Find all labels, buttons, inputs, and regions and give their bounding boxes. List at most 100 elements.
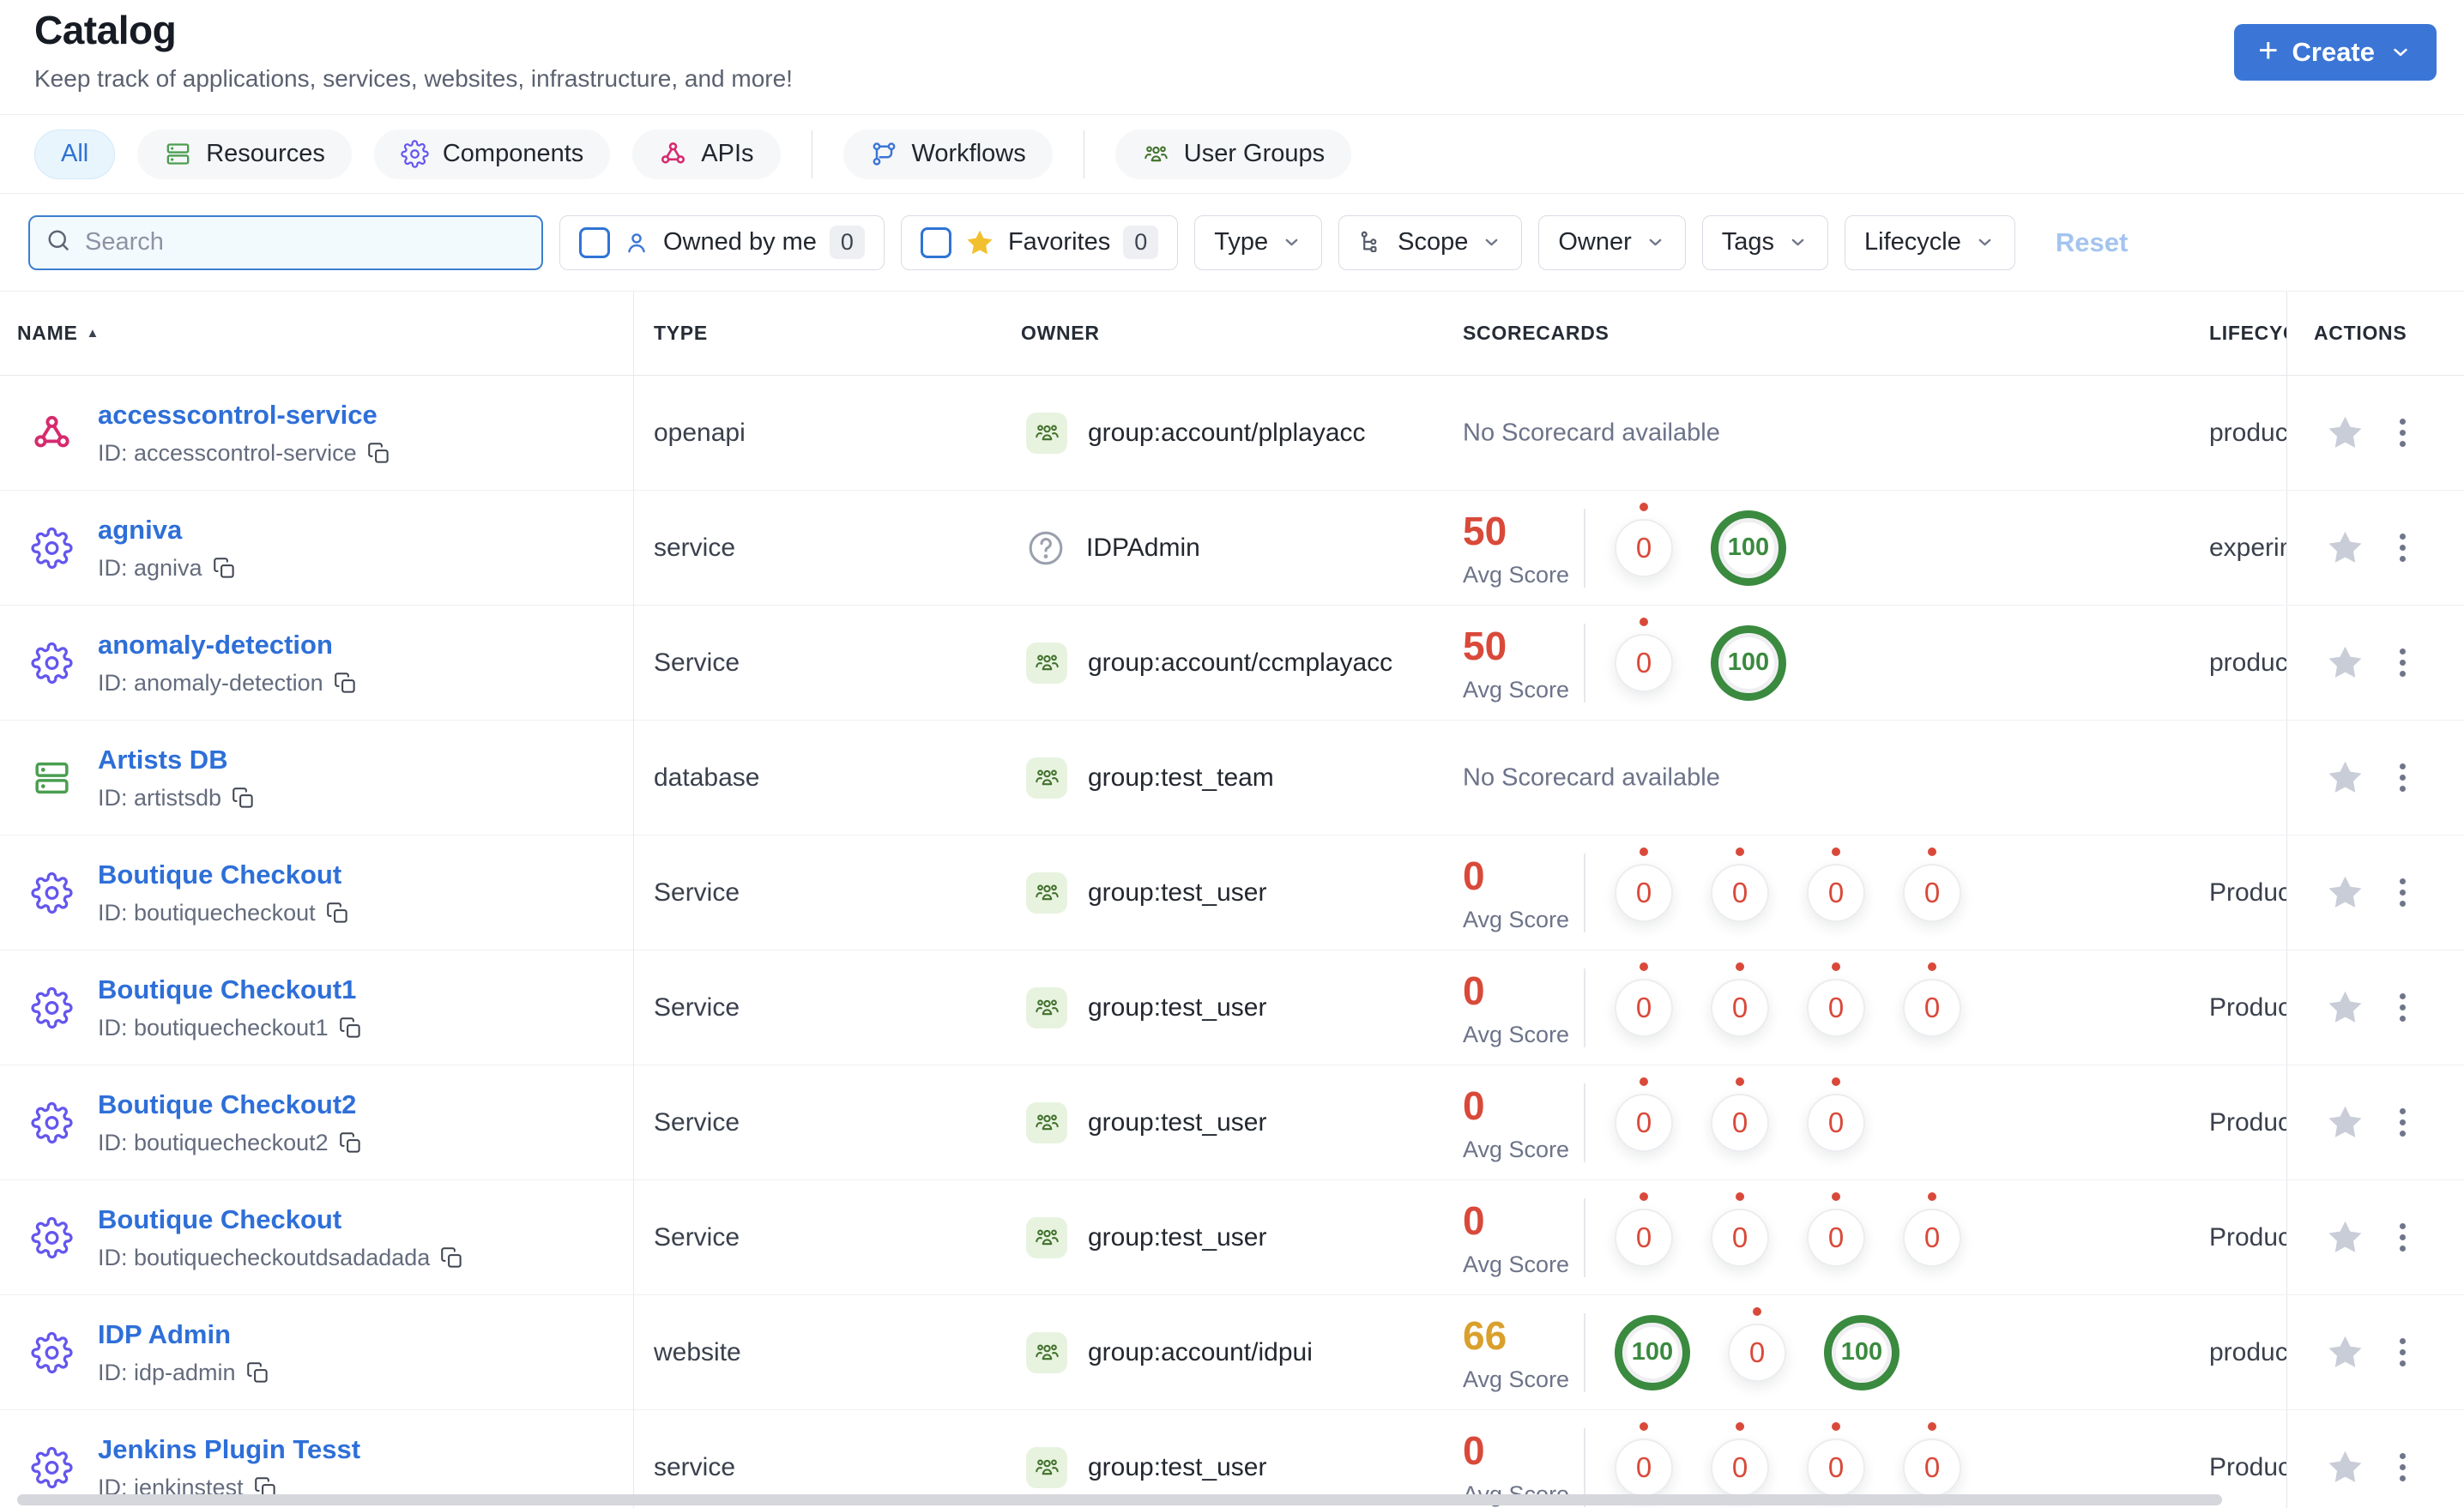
create-button[interactable]: + Create (2234, 24, 2437, 81)
entity-name-link[interactable]: Boutique Checkout2 (98, 1089, 362, 1120)
favorite-star-icon[interactable] (2325, 1217, 2365, 1258)
kebab-menu-icon[interactable] (2393, 1331, 2413, 1373)
create-button-label: Create (2292, 37, 2376, 67)
search-box[interactable] (28, 214, 543, 270)
favorite-star-icon[interactable] (2325, 757, 2365, 798)
copy-icon[interactable] (326, 902, 349, 925)
kebab-menu-icon[interactable] (2393, 1101, 2413, 1143)
entity-name-block: Boutique Checkout1 ID: boutiquecheckout1 (98, 974, 362, 1041)
tab-resources[interactable]: Resources (137, 129, 352, 179)
copy-icon[interactable] (440, 1246, 463, 1270)
scorecard-score-badge[interactable]: 0 (1711, 978, 1769, 1037)
scorecard-score-badge[interactable]: 0 (1711, 1208, 1769, 1267)
kebab-menu-icon[interactable] (2393, 412, 2413, 454)
gear-icon (31, 1101, 73, 1143)
copy-icon[interactable] (334, 672, 357, 695)
favorite-star-icon[interactable] (2325, 528, 2365, 568)
scorecard-score-badge[interactable]: 100 (1824, 1314, 1899, 1390)
scorecard-score-badge[interactable]: 0 (1615, 1093, 1673, 1152)
scorecard-score-badge[interactable]: 0 (1807, 863, 1865, 922)
scorecard-score-badge[interactable]: 0 (1711, 863, 1769, 922)
kebab-menu-icon[interactable] (2393, 757, 2413, 799)
filter-lifecycle-dropdown[interactable]: Lifecycle (1845, 214, 2015, 270)
favorites-filter[interactable]: Favorites 0 (900, 214, 1179, 270)
entity-name-link[interactable]: Boutique Checkout (98, 1204, 463, 1235)
entity-name-link[interactable]: accesscontrol-service (98, 400, 390, 431)
favorite-star-icon[interactable] (2325, 413, 2365, 453)
entity-name-link[interactable]: Boutique Checkout1 (98, 974, 362, 1005)
entity-name-link[interactable]: Boutique Checkout (98, 860, 349, 890)
scorecard-score-badge[interactable]: 0 (1903, 1208, 1961, 1267)
tab-user-groups[interactable]: User Groups (1114, 129, 1352, 179)
favorite-star-icon[interactable] (2325, 987, 2365, 1028)
entity-name-link[interactable]: anomaly-detection (98, 630, 357, 661)
favorite-star-icon[interactable] (2325, 1447, 2365, 1487)
tab-all[interactable]: All (34, 129, 116, 179)
kebab-menu-icon[interactable] (2393, 642, 2413, 684)
reset-filters-link[interactable]: Reset (2056, 227, 2128, 258)
scorecard-score-badge[interactable]: 0 (1903, 978, 1961, 1037)
scorecard-score-badge[interactable]: 100 (1711, 624, 1786, 701)
scorecard-badges: 0 100 (1615, 491, 1786, 605)
scorecard-score-badge[interactable]: 0 (1711, 1438, 1769, 1497)
owner-label: group:test_user (1088, 1222, 1267, 1252)
filter-owner-dropdown[interactable]: Owner (1538, 214, 1686, 270)
kebab-menu-icon[interactable] (2393, 872, 2413, 914)
tab-components[interactable]: Components (373, 129, 611, 179)
copy-icon[interactable] (339, 1131, 362, 1155)
copy-icon[interactable] (232, 787, 255, 810)
kebab-menu-icon[interactable] (2393, 986, 2413, 1028)
owned-by-me-checkbox[interactable] (579, 226, 610, 258)
scorecard-score-badge[interactable]: 100 (1711, 510, 1786, 586)
tab-workflows[interactable]: Workflows (842, 129, 1053, 179)
filter-tags-dropdown[interactable]: Tags (1701, 214, 1829, 270)
avg-score-block: 0 Avg Score (1463, 853, 1569, 933)
scorecard-score-badge[interactable]: 0 (1615, 863, 1673, 922)
scorecard-score-badge[interactable]: 100 (1615, 1314, 1690, 1390)
table-row: anomaly-detection ID: anomaly-detection Se… (0, 606, 2464, 721)
copy-icon[interactable] (213, 557, 236, 580)
scorecard-score-badge[interactable]: 0 (1903, 1438, 1961, 1497)
row-actions (2286, 1065, 2464, 1179)
owned-by-me-filter[interactable]: Owned by me 0 (559, 214, 885, 270)
scorecard-score-badge[interactable]: 0 (1615, 978, 1673, 1037)
scorecard-score-badge[interactable]: 0 (1903, 863, 1961, 922)
favorite-star-icon[interactable] (2325, 642, 2365, 683)
kebab-menu-icon[interactable] (2393, 527, 2413, 569)
scorecard-score-badge[interactable]: 0 (1728, 1323, 1786, 1382)
scorecard-score-badge[interactable]: 0 (1807, 1438, 1865, 1497)
column-header-type: TYPE (654, 322, 708, 344)
column-header-owner: OWNER (1021, 322, 1100, 344)
kebab-menu-icon[interactable] (2393, 1446, 2413, 1488)
entity-name-link[interactable]: agniva (98, 515, 236, 546)
copy-icon[interactable] (339, 1016, 362, 1040)
scorecard-score-badge[interactable]: 0 (1807, 1093, 1865, 1152)
scorecard-score-badge[interactable]: 0 (1615, 1438, 1673, 1497)
horizontal-scrollbar[interactable] (17, 1494, 2222, 1505)
filter-type-dropdown[interactable]: Type (1194, 214, 1323, 270)
column-header-name[interactable]: NAME ▲ (17, 292, 100, 375)
scorecard-score-badge[interactable]: 0 (1711, 1093, 1769, 1152)
scorecard-score-badge[interactable]: 0 (1807, 1208, 1865, 1267)
table-row: IDP Admin ID: idp-admin website group:accou… (0, 1295, 2464, 1410)
copy-icon[interactable] (367, 442, 390, 465)
copy-icon[interactable] (246, 1361, 269, 1384)
entity-name-link[interactable]: Artists DB (98, 745, 255, 775)
search-input[interactable] (83, 227, 526, 257)
favorite-star-icon[interactable] (2325, 1332, 2365, 1372)
row-actions (2286, 1410, 2464, 1508)
chevron-down-icon (2389, 40, 2413, 64)
scorecard-score-badge[interactable]: 0 (1615, 1208, 1673, 1267)
kebab-menu-icon[interactable] (2393, 1216, 2413, 1258)
scorecard-score-badge[interactable]: 0 (1615, 633, 1673, 692)
favorites-checkbox[interactable] (920, 226, 951, 258)
entity-name-link[interactable]: Jenkins Plugin Tesst (98, 1434, 360, 1465)
scorecard-score-badge[interactable]: 0 (1615, 518, 1673, 577)
entity-owner: group:test_user (1026, 835, 1266, 950)
scorecard-score-badge[interactable]: 0 (1807, 978, 1865, 1037)
favorite-star-icon[interactable] (2325, 872, 2365, 913)
entity-name-link[interactable]: IDP Admin (98, 1319, 269, 1350)
tab-apis[interactable]: APIs (632, 129, 781, 179)
favorite-star-icon[interactable] (2325, 1102, 2365, 1143)
filter-scope-dropdown[interactable]: Scope (1338, 214, 1523, 270)
